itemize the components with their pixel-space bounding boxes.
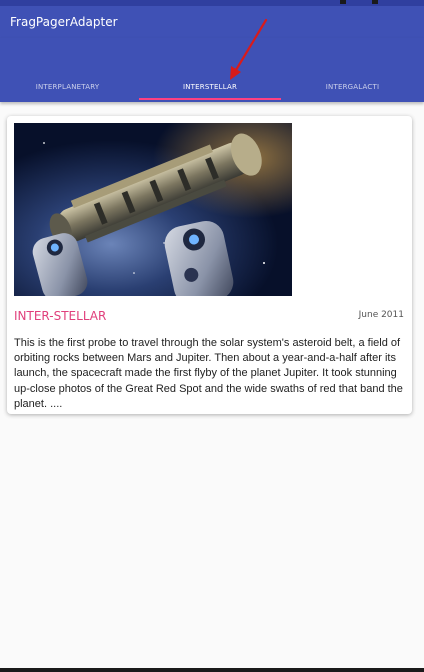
app-title: FragPagerAdapter [10,15,118,29]
article-card[interactable]: INTER-STELLAR June 2011 This is the firs… [7,116,412,414]
tab-interplanetary[interactable]: INTERPLANETARY [0,76,135,102]
spaceship-image [14,123,292,296]
card-date: June 2011 [358,310,404,320]
card-title: INTER-STELLAR [14,309,107,323]
tab-intergalactic[interactable]: INTERGALACTI [285,76,420,102]
card-body-text: This is the first probe to travel throug… [14,337,403,410]
tab-bar: INTERPLANETARY INTERSTELLAR INTERGALACTI [0,38,424,102]
app-bar: FragPagerAdapter [0,6,424,38]
tab-indicator [139,98,281,100]
status-icon [372,0,378,4]
navigation-bar-edge [0,668,424,672]
status-icon [340,0,346,4]
